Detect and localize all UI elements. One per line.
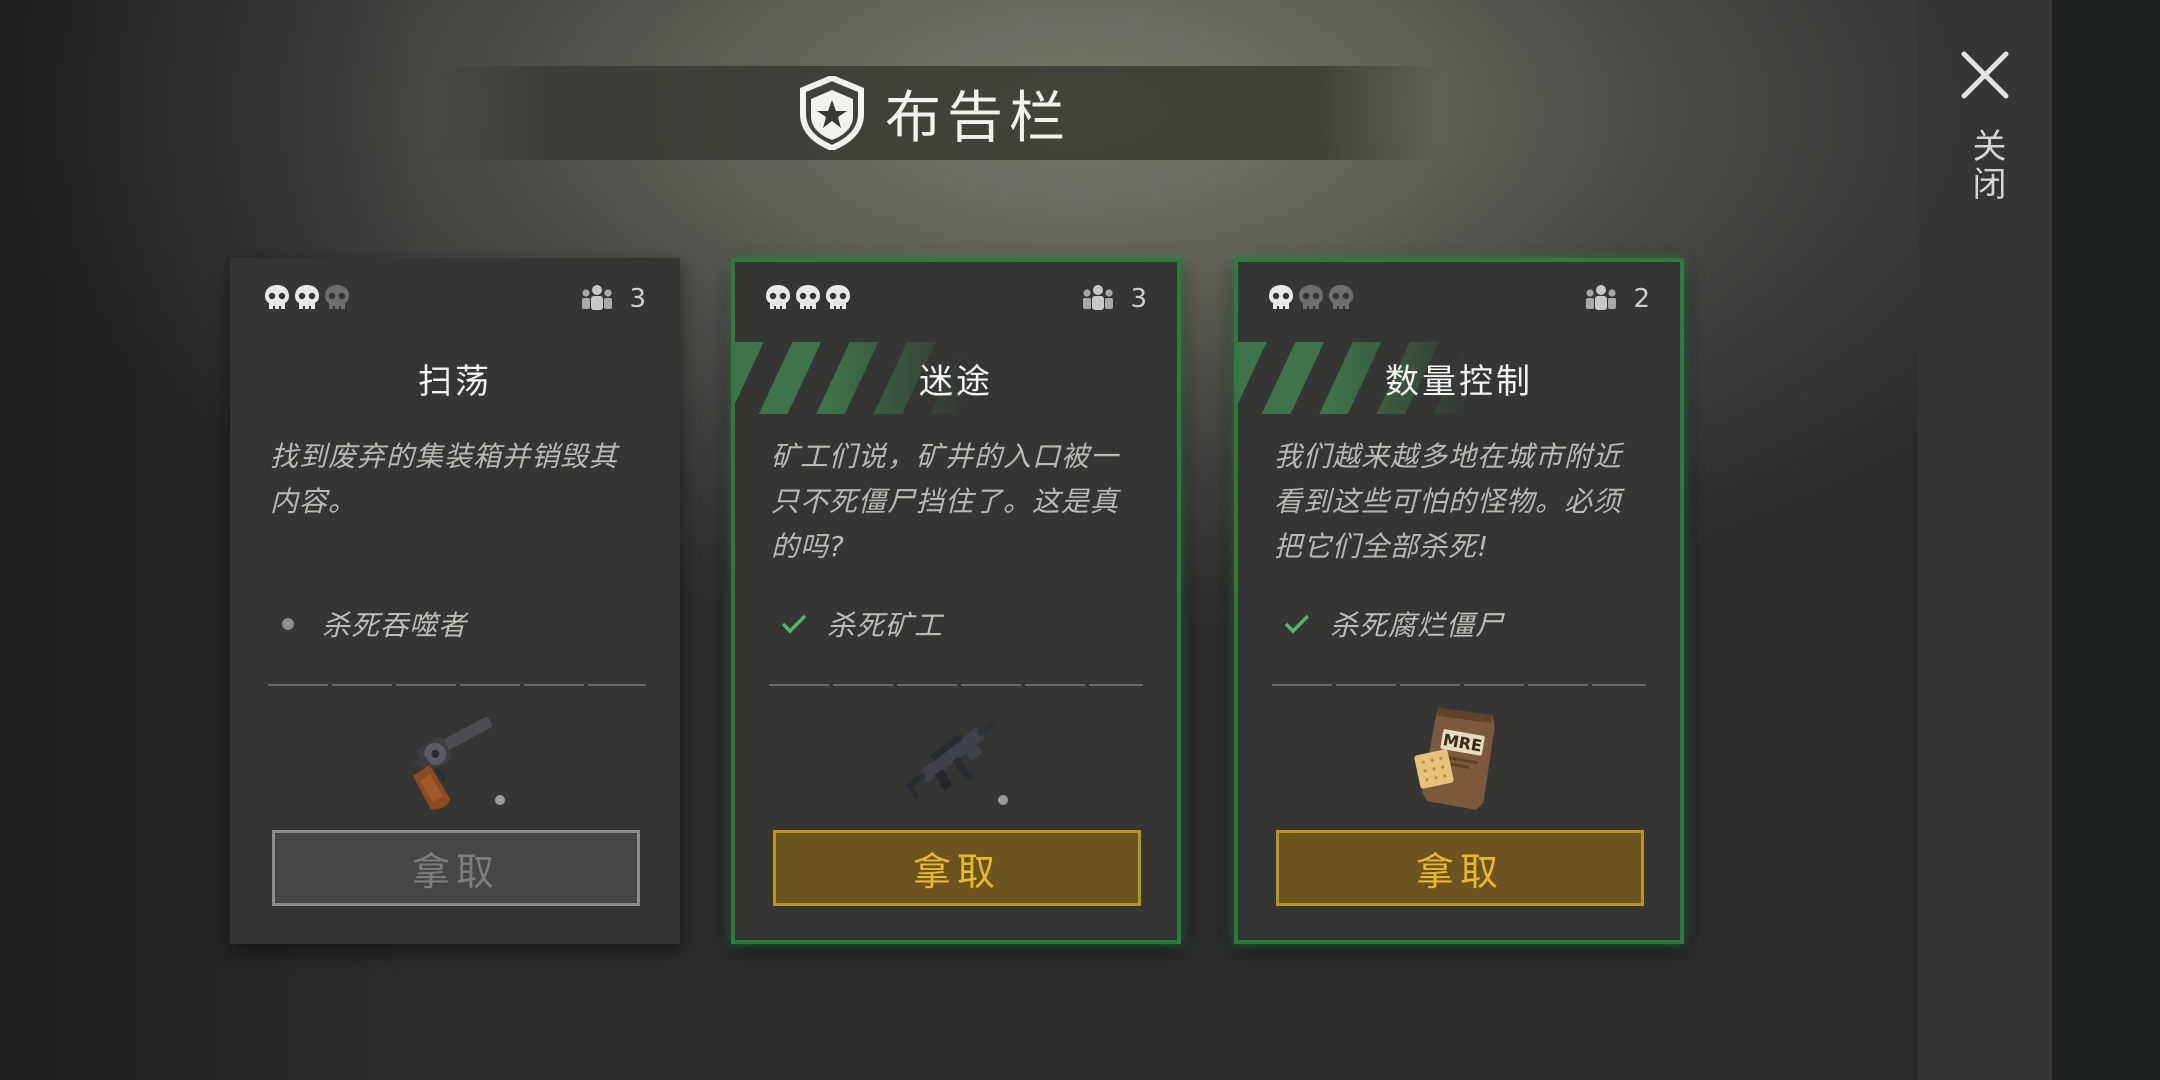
player-count-value: 2 xyxy=(1633,284,1650,314)
close-icon[interactable] xyxy=(1958,48,2012,102)
side-edge xyxy=(2052,0,2160,1080)
quest-title: 扫荡 xyxy=(418,362,492,402)
quest-card-population-control[interactable]: 2 数量控制 我们越来越多地在城市附近看到这些可怕的怪物。必须把它们全部杀死! … xyxy=(1234,258,1684,944)
skull-icon xyxy=(1269,285,1293,309)
objective-text: 杀死腐烂僵尸 xyxy=(1330,609,1505,642)
skull-icon xyxy=(265,285,289,309)
quest-description: 我们越来越多地在城市附近看到这些可怕的怪物。必须把它们全部杀死! xyxy=(1274,440,1623,563)
reward-indicator xyxy=(495,795,505,805)
reward-indicator xyxy=(998,795,1008,805)
objective-text: 杀死吞噬者 xyxy=(322,609,468,642)
bulletin-header: 布告栏 xyxy=(430,66,1440,160)
quest-objective: 杀死吞噬者 xyxy=(270,604,467,644)
skull-icon-empty xyxy=(1329,285,1353,309)
quest-title: 数量控制 xyxy=(1385,362,1533,402)
quest-card-sweep[interactable]: 3 扫荡 找到废弃的集装箱并销毁其内容。 杀死吞噬者 拿取 xyxy=(230,258,680,944)
police-badge-icon xyxy=(800,76,864,150)
claim-button[interactable]: 拿取 xyxy=(272,830,640,906)
reward-item: MRE xyxy=(1238,702,1680,820)
skull-icon-empty xyxy=(1299,285,1323,309)
difficulty-skulls xyxy=(765,284,851,312)
divider xyxy=(268,684,646,686)
skull-icon xyxy=(295,285,319,309)
check-icon xyxy=(1284,614,1310,634)
quest-title: 迷途 xyxy=(919,362,993,402)
skull-icon xyxy=(766,285,790,309)
check-icon xyxy=(781,614,807,634)
skull-icon-empty xyxy=(325,285,349,309)
skull-icon xyxy=(826,285,850,309)
skull-icon xyxy=(796,285,820,309)
reward-item xyxy=(735,702,1177,820)
player-count: 2 xyxy=(1585,284,1650,314)
quest-objective: 杀死腐烂僵尸 xyxy=(1282,604,1504,644)
player-count: 3 xyxy=(581,284,646,314)
claim-button[interactable]: 拿取 xyxy=(773,830,1141,906)
objective-pending-dot xyxy=(282,618,294,630)
divider xyxy=(769,684,1143,686)
reward-item xyxy=(230,702,680,820)
submachine-gun-icon xyxy=(904,719,997,800)
quest-description: 矿工们说，矿井的入口被一只不死僵尸挡住了。这是真的吗? xyxy=(771,440,1120,563)
quest-description: 找到废弃的集装箱并销毁其内容。 xyxy=(270,440,619,518)
quest-objective: 杀死矿工 xyxy=(779,604,943,644)
group-icon xyxy=(1083,285,1114,310)
close-label[interactable]: 关闭 xyxy=(1965,128,2006,204)
divider xyxy=(1272,684,1646,686)
mre-ration-icon: MRE xyxy=(1414,707,1495,810)
quest-card-lost[interactable]: 3 迷途 矿工们说，矿井的入口被一只不死僵尸挡住了。这是真的吗? 杀死矿工 拿取 xyxy=(731,258,1181,944)
player-count-value: 3 xyxy=(629,284,646,314)
objective-text: 杀死矿工 xyxy=(827,609,944,642)
group-icon xyxy=(582,285,613,310)
page-title: 布告栏 xyxy=(885,85,1071,151)
claim-button[interactable]: 拿取 xyxy=(1276,830,1644,906)
player-count: 3 xyxy=(1082,284,1147,314)
difficulty-skulls xyxy=(264,284,350,312)
player-count-value: 3 xyxy=(1130,284,1147,314)
group-icon xyxy=(1586,285,1617,310)
difficulty-skulls xyxy=(1268,284,1354,312)
